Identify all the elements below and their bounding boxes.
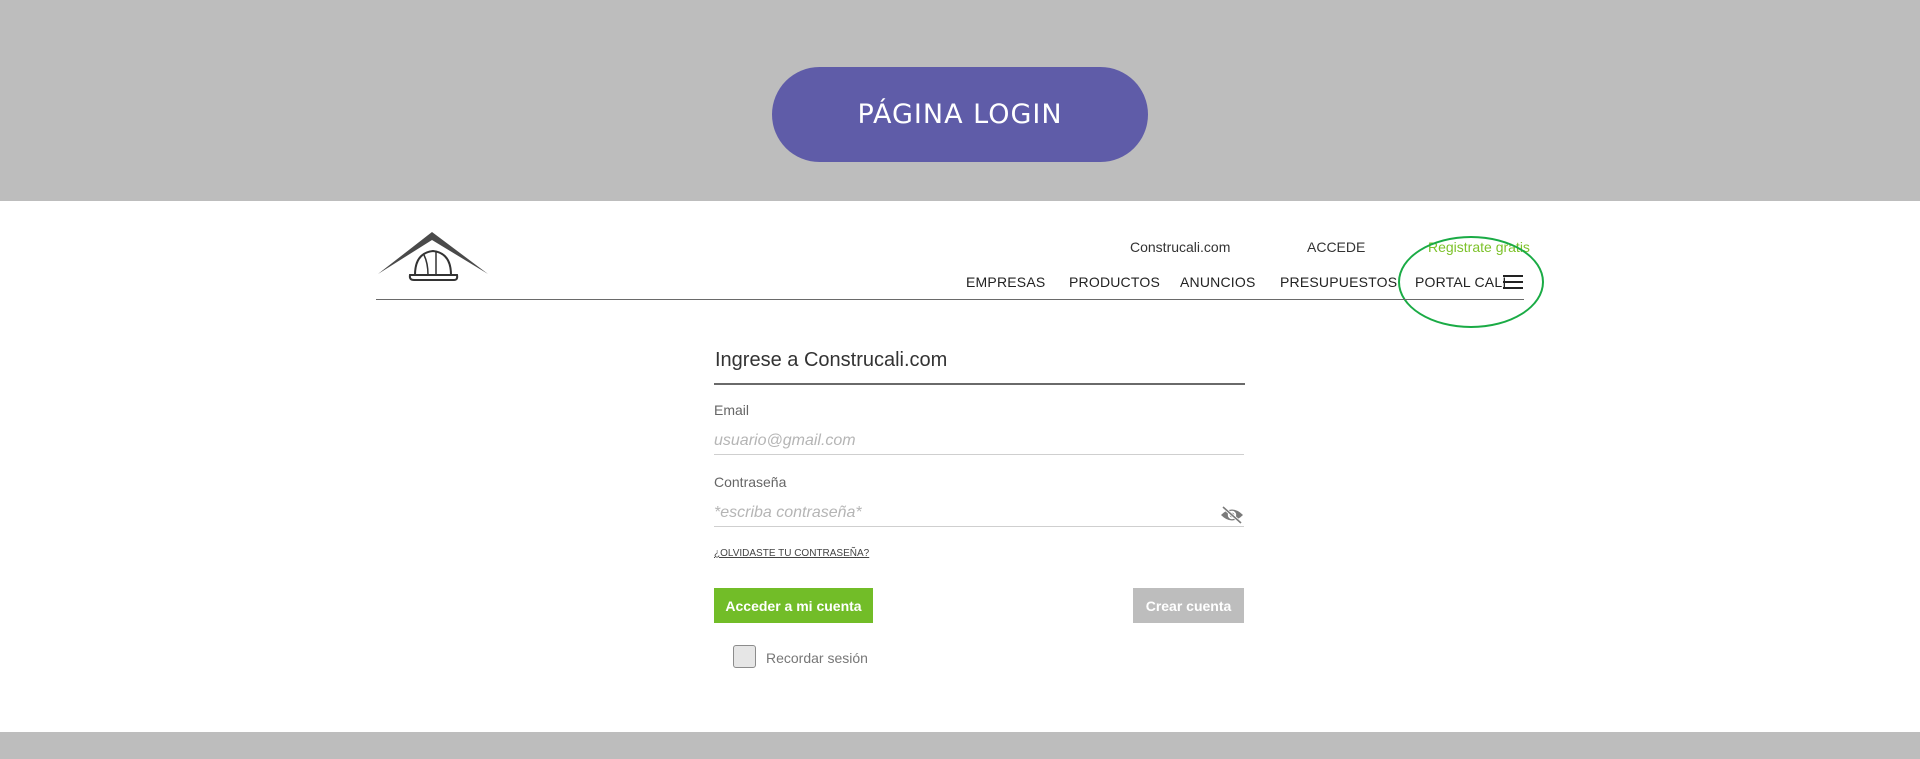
top-link-accede[interactable]: ACCEDE bbox=[1307, 239, 1365, 255]
form-title-divider bbox=[714, 383, 1245, 385]
nav-item-anuncios[interactable]: ANUNCIOS bbox=[1180, 274, 1256, 290]
eye-slash-icon[interactable] bbox=[1219, 505, 1245, 525]
nav-item-presupuestos[interactable]: PRESUPUESTOS bbox=[1280, 274, 1397, 290]
header-divider bbox=[376, 299, 1524, 300]
nav-item-productos[interactable]: PRODUCTOS bbox=[1069, 274, 1160, 290]
page-title-pill: PÁGINA LOGIN bbox=[772, 67, 1148, 162]
remember-label: Recordar sesión bbox=[766, 650, 868, 666]
construcali-logo-icon[interactable] bbox=[376, 231, 491, 283]
hamburger-icon[interactable] bbox=[1503, 275, 1523, 289]
form-title: Ingrese a Construcali.com bbox=[715, 349, 948, 371]
nav-item-empresas[interactable]: EMPRESAS bbox=[966, 274, 1045, 290]
page-body bbox=[0, 201, 1920, 732]
remember-checkbox[interactable] bbox=[733, 645, 756, 668]
password-label: Contraseña bbox=[714, 474, 787, 490]
top-banner: PÁGINA LOGIN bbox=[0, 0, 1920, 201]
nav-item-portal-cali[interactable]: PORTAL CALI bbox=[1415, 274, 1506, 290]
bottom-band bbox=[0, 732, 1920, 759]
forgot-password-link[interactable]: ¿OLVIDASTE TU CONTRASEÑA? bbox=[714, 548, 869, 559]
email-field[interactable] bbox=[714, 427, 1244, 455]
password-field[interactable] bbox=[714, 499, 1244, 527]
create-account-button[interactable]: Crear cuenta bbox=[1133, 588, 1244, 623]
top-link-register[interactable]: Registrate gratis bbox=[1428, 239, 1530, 255]
top-link-construcali[interactable]: Construcali.com bbox=[1130, 239, 1230, 255]
login-button[interactable]: Acceder a mi cuenta bbox=[714, 588, 873, 623]
email-label: Email bbox=[714, 402, 750, 418]
